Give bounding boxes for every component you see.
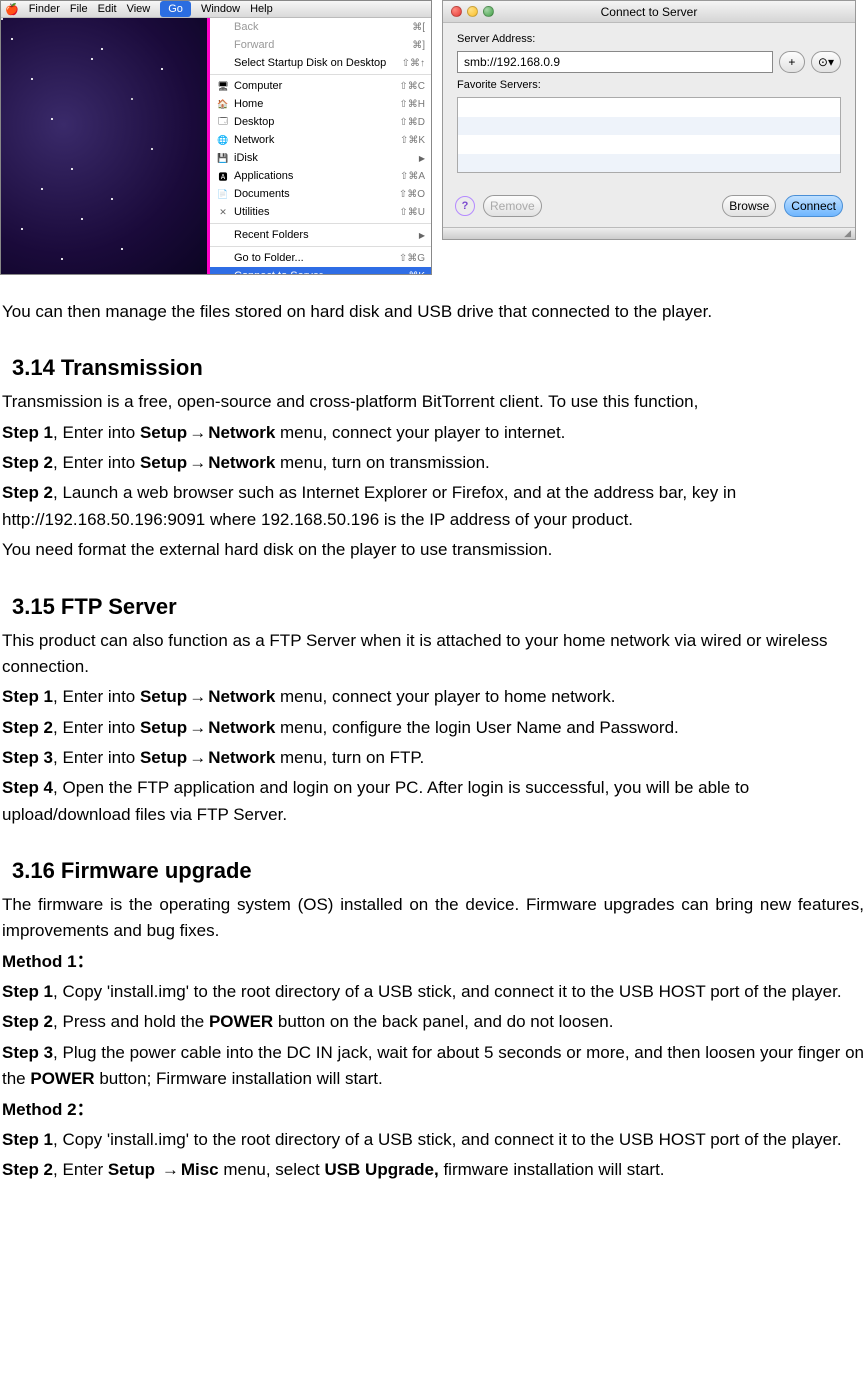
menu-window: Window (201, 3, 240, 15)
window-title: Connect to Server (443, 5, 855, 19)
mac-desktop-wallpaper (1, 18, 209, 275)
menu-finder: Finder (29, 3, 60, 15)
go-forward: Forward⌘] (210, 36, 431, 54)
utilities-icon (216, 206, 230, 218)
chevron-right-icon (419, 230, 425, 241)
go-home[interactable]: Home⇧⌘H (210, 95, 431, 113)
resize-grip-icon[interactable]: ◢ (443, 227, 855, 239)
go-documents[interactable]: Documents⇧⌘O (210, 185, 431, 203)
go-recent-folders[interactable]: Recent Folders (210, 226, 431, 244)
fw-m1-step2: Step 2, Press and hold the POWER button … (2, 1009, 864, 1035)
desktop-icon (216, 116, 230, 128)
mac-menubar: 🍎 Finder File Edit View Go Window Help (1, 1, 431, 18)
heading-transmission: 3.14 Transmission (12, 351, 864, 385)
add-favorite-button[interactable]: + (779, 51, 805, 73)
remove-button: Remove (483, 195, 542, 217)
fw-m2-step2: Step 2, Enter Setup Misc menu, select US… (2, 1157, 864, 1183)
ftp-step3: Step 3, Enter into SetupNetwork menu, tu… (2, 745, 864, 771)
fw-m1-step1: Step 1, Copy 'install.img' to the root d… (2, 979, 864, 1005)
go-startup-disk[interactable]: Select Startup Disk on Desktop⇧⌘↑ (210, 54, 431, 72)
ftp-intro: This product can also function as a FTP … (2, 628, 864, 681)
heading-firmware: 3.16 Firmware upgrade (12, 854, 864, 888)
transmission-step2a: Step 2, Enter into SetupNetwork menu, tu… (2, 450, 864, 476)
transmission-intro: Transmission is a free, open-source and … (2, 389, 864, 415)
fw-m2-step1: Step 1, Copy 'install.img' to the root d… (2, 1127, 864, 1153)
transmission-note: You need format the external hard disk o… (2, 537, 864, 563)
favorite-servers-list[interactable] (457, 97, 841, 173)
menu-edit: Edit (98, 3, 117, 15)
server-address-label: Server Address: (457, 33, 841, 45)
go-computer[interactable]: Computer⇧⌘C (210, 77, 431, 95)
menu-file: File (70, 3, 88, 15)
window-titlebar: Connect to Server (443, 1, 855, 23)
applications-icon (216, 170, 230, 182)
menu-view: View (127, 3, 151, 15)
heading-ftp: 3.15 FTP Server (12, 590, 864, 624)
help-button[interactable]: ? (455, 196, 475, 216)
connect-button[interactable]: Connect (784, 195, 843, 217)
connect-to-server-window: Connect to Server Server Address: smb://… (442, 0, 856, 240)
ftp-step4: Step 4, Open the FTP application and log… (2, 775, 864, 828)
method2-label: Method 2： (2, 1097, 864, 1123)
computer-icon (216, 80, 230, 92)
go-back: Back⌘[ (210, 18, 431, 36)
history-button[interactable]: ⊙▾ (811, 51, 841, 73)
home-icon (216, 98, 230, 110)
document-body: You can then manage the files stored on … (0, 285, 866, 1208)
go-to-folder[interactable]: Go to Folder...⇧⌘G (210, 249, 431, 267)
firmware-intro: The firmware is the operating system (OS… (2, 892, 864, 945)
go-applications[interactable]: Applications⇧⌘A (210, 167, 431, 185)
go-dropdown-menu: Back⌘[ Forward⌘] Select Startup Disk on … (209, 18, 431, 275)
menu-help: Help (250, 3, 273, 15)
go-network[interactable]: Network⇧⌘K (210, 131, 431, 149)
ftp-step1: Step 1, Enter into SetupNetwork menu, co… (2, 684, 864, 710)
go-connect-to-server[interactable]: Connect to Server...⌘K (210, 267, 431, 275)
ftp-step2: Step 2, Enter into SetupNetwork menu, co… (2, 715, 864, 741)
go-idisk[interactable]: iDisk (210, 149, 431, 167)
documents-icon (216, 188, 230, 200)
transmission-step2b: Step 2, Launch a web browser such as Int… (2, 480, 864, 533)
network-icon (216, 134, 230, 146)
menu-go[interactable]: Go (160, 1, 191, 17)
idisk-icon (216, 152, 230, 164)
server-address-input[interactable]: smb://192.168.0.9 (457, 51, 773, 73)
chevron-right-icon (419, 153, 425, 164)
go-desktop[interactable]: Desktop⇧⌘D (210, 113, 431, 131)
manage-files-text: You can then manage the files stored on … (2, 299, 864, 325)
transmission-step1: Step 1, Enter into SetupNetwork menu, co… (2, 420, 864, 446)
apple-icon: 🍎 (5, 3, 19, 16)
favorite-servers-label: Favorite Servers: (457, 79, 841, 91)
go-utilities[interactable]: Utilities⇧⌘U (210, 203, 431, 221)
mac-go-menu-screenshot: 🍎 Finder File Edit View Go Window Help B… (0, 0, 432, 275)
fw-m1-step3: Step 3, Plug the power cable into the DC… (2, 1040, 864, 1093)
browse-button[interactable]: Browse (722, 195, 776, 217)
method1-label: Method 1： (2, 949, 864, 975)
